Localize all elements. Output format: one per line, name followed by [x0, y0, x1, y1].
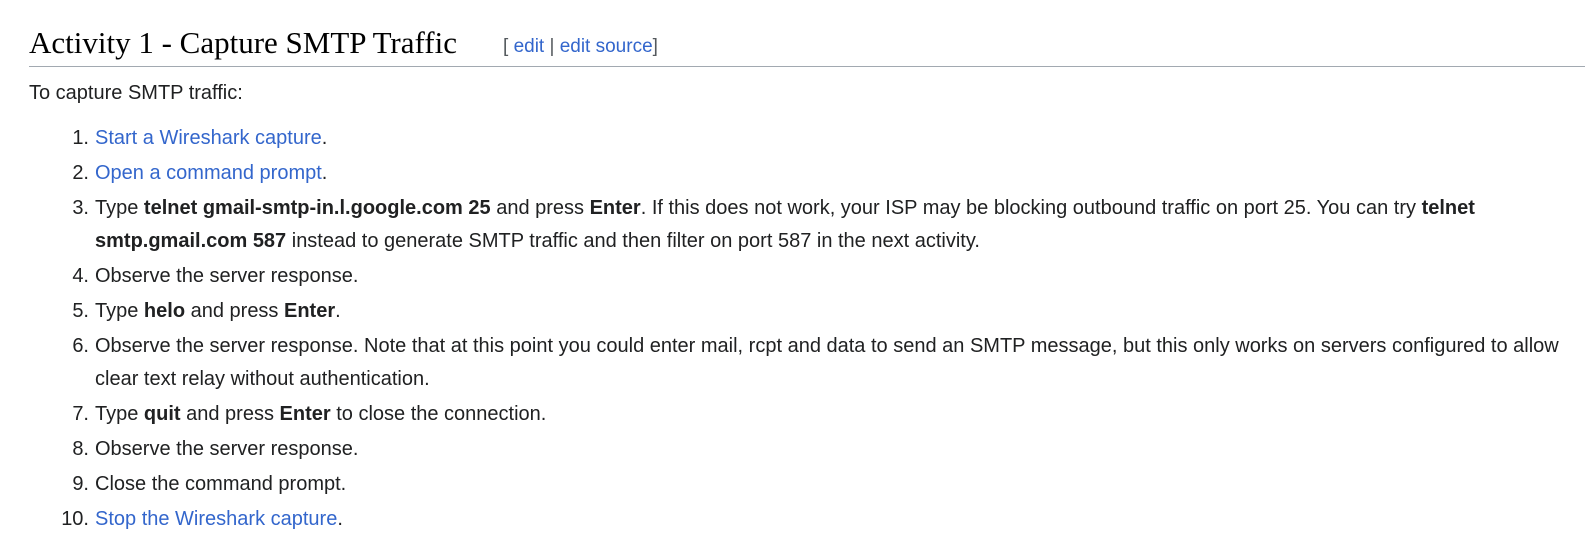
- enter-key-label: Enter: [589, 197, 641, 219]
- intro-text: To capture SMTP traffic:: [29, 82, 243, 104]
- edit-link[interactable]: edit: [514, 36, 545, 57]
- open-command-prompt-link[interactable]: Open a command prompt: [95, 162, 322, 184]
- list-number: 8.: [72, 438, 89, 460]
- steps-list: 1. Start a Wireshark capture. 2. Open a co…: [61, 122, 1560, 538]
- list-item-type-telnet: 3. Type telnet gmail-smtp-in.l.google.com…: [72, 192, 1560, 258]
- list-number: 5.: [72, 300, 89, 322]
- list-item-text: Type: [95, 197, 144, 219]
- list-number: 4.: [72, 265, 89, 287]
- list-item-text: .: [321, 162, 328, 184]
- article-content: Activity 1 - Capture SMTP Traffic [ edit…: [29, 0, 1585, 530]
- list-item-text: .: [337, 508, 343, 530]
- list-item-text: . If this does not work, your ISP may be…: [640, 197, 1422, 219]
- list-item-text: Observe the server response.: [95, 265, 359, 287]
- edit-open-bracket: [: [503, 36, 509, 57]
- list-item-text: to close the connection.: [330, 403, 547, 425]
- list-number: 7.: [72, 403, 89, 425]
- enter-key-label: Enter: [284, 300, 336, 322]
- list-item-text: instead to generate SMTP traffic and the…: [286, 230, 980, 252]
- list-item-observe-response-note: 6. Observe the server response. Note that…: [72, 330, 1560, 396]
- stop-wireshark-capture-link[interactable]: Stop the Wireshark capture: [95, 508, 337, 530]
- list-item-text: Close the command prompt.: [95, 473, 347, 495]
- list-item-observe-response-final: 8. Observe the server response.: [72, 433, 1560, 466]
- list-item-open-command-prompt: 2. Open a command prompt.: [72, 157, 1560, 190]
- list-number: 6.: [72, 335, 89, 357]
- edit-close-bracket: ]: [652, 36, 658, 57]
- section-heading: Activity 1 - Capture SMTP Traffic [ edit…: [29, 0, 1585, 67]
- list-item-type-helo: 5. Type helo and press Enter.: [72, 295, 1560, 328]
- list-item-observe-response: 4. Observe the server response.: [72, 260, 1560, 293]
- list-item-text: Type: [95, 403, 144, 425]
- list-number: 9.: [72, 473, 89, 495]
- command-quit: quit: [143, 403, 181, 425]
- list-item-text: Observe the server response. Note that a…: [95, 335, 1559, 390]
- list-number: 10.: [61, 508, 89, 530]
- command-helo: helo: [143, 300, 186, 322]
- edit-section-links: [ edit | edit source]: [503, 35, 658, 59]
- list-item-text: .: [321, 127, 328, 149]
- edit-divider: |: [549, 36, 555, 57]
- list-number: 3.: [72, 197, 89, 219]
- list-item-text: .: [335, 300, 341, 322]
- edit-source-link[interactable]: edit source: [560, 36, 653, 57]
- enter-key-label: Enter: [279, 403, 331, 425]
- list-number: 2.: [72, 162, 89, 184]
- list-number: 1.: [72, 127, 89, 149]
- command-telnet-gmail: telnet gmail-smtp-in.l.google.com 25: [143, 197, 491, 219]
- list-item-text: and press: [185, 300, 284, 322]
- list-item-close-command-prompt: 9. Close the command prompt.: [72, 468, 1560, 501]
- page-title: Activity 1 - Capture SMTP Traffic: [29, 25, 457, 60]
- list-item-text: and press: [180, 403, 280, 425]
- list-item-stop-capture: 10. Stop the Wireshark capture.: [61, 503, 1560, 536]
- list-item-type-quit: 7. Type quit and press Enter to close the…: [72, 398, 1560, 431]
- list-item-start-capture: 1. Start a Wireshark capture.: [72, 122, 1560, 155]
- list-item-text: Type: [95, 300, 144, 322]
- start-wireshark-capture-link[interactable]: Start a Wireshark capture: [95, 127, 322, 149]
- list-item-text: and press: [490, 197, 590, 219]
- list-item-text: Observe the server response.: [95, 438, 359, 460]
